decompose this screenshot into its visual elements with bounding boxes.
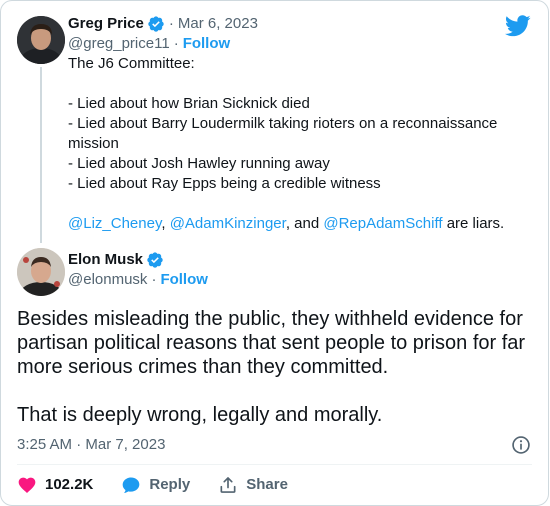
main-author-handle[interactable]: @elonmusk bbox=[68, 270, 147, 290]
follow-elon-button[interactable]: Follow bbox=[160, 270, 208, 290]
quoted-handle-row: @greg_price11 · Follow bbox=[68, 34, 230, 54]
chat-bubble-icon bbox=[123, 477, 140, 493]
main-handle-row: @elonmusk · Follow bbox=[68, 270, 208, 290]
elon-musk-avatar[interactable] bbox=[17, 248, 65, 296]
share-icon bbox=[220, 477, 236, 493]
quoted-text-line: - Lied about Ray Epps being a credible w… bbox=[68, 175, 381, 192]
mention-adam-kinzinger[interactable]: @AdamKinzinger bbox=[170, 215, 286, 232]
twitter-bird-icon[interactable] bbox=[505, 15, 531, 37]
actions-divider bbox=[17, 464, 532, 465]
tweet-actions-bar: 102.2K Reply Share bbox=[17, 475, 316, 495]
main-author-name[interactable]: Elon Musk bbox=[68, 250, 143, 270]
quoted-text-line: - Lied about Josh Hawley running away bbox=[68, 155, 330, 172]
tweet-embed-card: Greg Price · Mar 6, 2023 @greg_price11 ·… bbox=[0, 0, 549, 506]
quoted-text-line: - Lied about Barry Loudermilk taking rio… bbox=[68, 115, 498, 132]
mention-rep-adam-schiff[interactable]: @RepAdamSchiff bbox=[323, 215, 442, 232]
like-button[interactable]: 102.2K bbox=[17, 475, 93, 495]
quoted-tweet-date[interactable]: Mar 6, 2023 bbox=[178, 14, 258, 34]
quoted-text-line: mission bbox=[68, 135, 119, 152]
dot-separator: · bbox=[168, 15, 174, 32]
mention-liz-cheney[interactable]: @Liz_Cheney bbox=[68, 215, 161, 232]
like-count: 102.2K bbox=[45, 476, 94, 493]
dot-separator: · bbox=[151, 271, 157, 288]
tweet-timestamp[interactable]: 3:25 AM · Mar 7, 2023 bbox=[17, 435, 165, 455]
dot-separator: · bbox=[173, 35, 179, 52]
mentions-line: @Liz_Cheney, @AdamKinzinger, and @RepAda… bbox=[68, 214, 538, 234]
info-icon[interactable] bbox=[511, 435, 531, 455]
quoted-text-line: - Lied about how Brian Sicknick died bbox=[68, 95, 310, 112]
quoted-text-line: The J6 Committee: bbox=[68, 55, 195, 72]
quoted-author-handle[interactable]: @greg_price11 bbox=[68, 34, 170, 54]
main-tweet-paragraph: That is deeply wrong, legally and morall… bbox=[17, 404, 383, 426]
reply-button[interactable]: Reply bbox=[121, 475, 190, 495]
quoted-author-name[interactable]: Greg Price bbox=[68, 14, 144, 34]
mentions-tail-text: are liars. bbox=[442, 215, 505, 232]
quoted-text-line bbox=[68, 74, 538, 94]
reply-label: Reply bbox=[149, 476, 191, 493]
share-button[interactable]: Share bbox=[218, 475, 288, 495]
main-author-row: Elon Musk bbox=[68, 250, 164, 270]
quoted-tweet-text: The J6 Committee: - Lied about how Brian… bbox=[68, 54, 538, 234]
main-tweet-paragraph: Besides misleading the public, they with… bbox=[17, 308, 526, 378]
mention-separator: , and bbox=[285, 215, 324, 232]
share-label: Share bbox=[246, 476, 288, 493]
main-tweet-text: Besides misleading the public, they with… bbox=[17, 307, 537, 427]
thread-connector-line bbox=[40, 67, 42, 243]
heart-icon bbox=[18, 477, 36, 493]
verified-badge-icon bbox=[147, 252, 163, 268]
follow-greg-button[interactable]: Follow bbox=[183, 34, 231, 54]
quoted-author-row: Greg Price · Mar 6, 2023 bbox=[68, 14, 258, 34]
verified-badge-icon bbox=[148, 16, 164, 32]
greg-price-avatar[interactable] bbox=[17, 16, 65, 64]
mention-separator: , bbox=[161, 215, 170, 232]
quoted-text-line bbox=[68, 194, 538, 214]
